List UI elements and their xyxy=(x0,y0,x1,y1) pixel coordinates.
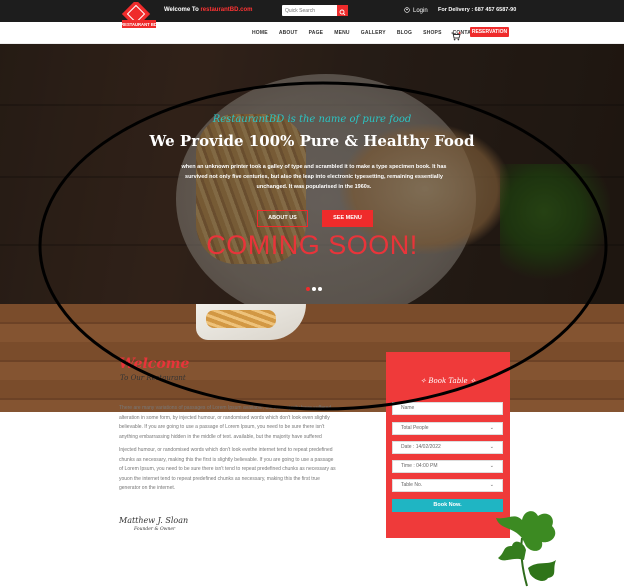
nav-item-menu[interactable]: MENU xyxy=(334,30,350,36)
welcome-paragraph: There are many variations of passages of… xyxy=(119,405,332,440)
nav-item-page[interactable]: PAGE xyxy=(309,30,324,36)
nav-item-blog[interactable]: BLOG xyxy=(397,30,412,36)
search-input[interactable] xyxy=(282,5,338,16)
top-bar: Welcome To restaurantBD.com Login For De… xyxy=(0,0,624,22)
about-us-button[interactable]: ABOUT US xyxy=(257,210,308,227)
people-select[interactable]: Total People ⌄ xyxy=(392,422,503,435)
login-label: Login xyxy=(413,8,428,14)
slider-dot[interactable] xyxy=(318,287,322,291)
welcome-text: Welcome To restaurantBD.com xyxy=(164,7,252,13)
logo-icon: RESTAURANT BD xyxy=(121,0,157,29)
wood-background xyxy=(0,304,624,412)
cart-button[interactable] xyxy=(451,28,461,41)
welcome-subtitle: To Our Restaurant xyxy=(120,374,186,382)
chevron-down-icon: ⌄ xyxy=(489,425,494,431)
book-table-title: ✧ Book Table ✧ xyxy=(386,377,510,385)
people-value: Total People xyxy=(401,425,429,431)
slider-dot[interactable] xyxy=(306,287,310,291)
welcome-paragraph: Injected humour, or randomised words whi… xyxy=(119,447,336,491)
slider-dot[interactable] xyxy=(312,287,316,291)
search-button[interactable] xyxy=(337,5,348,16)
logo-text: RESTAURANT BD xyxy=(121,22,157,27)
fries-image xyxy=(206,310,276,328)
chevron-down-icon: ⌄ xyxy=(489,482,494,488)
book-now-button[interactable]: Book Now. xyxy=(392,499,503,512)
hero-slider: RestaurantBD is the name of pure food We… xyxy=(0,44,624,304)
chevron-down-icon: ⌄ xyxy=(489,444,494,450)
login-link[interactable]: Login xyxy=(404,7,428,14)
time-value: Time : 04:00 PM xyxy=(401,463,438,469)
nav-item-about[interactable]: ABOUT xyxy=(279,30,298,36)
site-link[interactable]: restaurantBD.com xyxy=(200,7,252,13)
welcome-prefix: Welcome To xyxy=(164,7,201,13)
chevron-down-icon: ⌄ xyxy=(489,463,494,469)
time-field[interactable]: Time : 04:00 PM ⌄ xyxy=(392,460,503,473)
nav-item-home[interactable]: HOME xyxy=(252,30,268,36)
signature-role: Founder & Owner xyxy=(134,527,176,532)
table-value: Table No. xyxy=(401,482,423,488)
table-select[interactable]: Table No. ⌄ xyxy=(392,479,503,492)
hero-tagline: RestaurantBD is the name of pure food xyxy=(212,114,412,125)
cart-icon xyxy=(451,32,461,41)
main-navbar: HOME ABOUT PAGE MENU GALLERY BLOG SHOPS … xyxy=(0,22,624,44)
search-icon xyxy=(339,9,346,16)
date-value: Date : 14/02/2022 xyxy=(401,444,441,450)
login-icon xyxy=(404,7,410,13)
name-field[interactable]: Name xyxy=(392,402,503,415)
diamond-icon: ✧ xyxy=(420,377,427,385)
nav-item-shops[interactable]: SHOPS xyxy=(423,30,442,36)
slider-dots xyxy=(306,287,322,291)
delivery-phone: For Delivery : 687 457 6587-90 xyxy=(438,7,517,13)
hero-description: when an unknown printer took a galley of… xyxy=(181,164,447,190)
parsley-leaf-icon xyxy=(496,511,556,587)
name-placeholder: Name xyxy=(401,405,415,411)
see-menu-button[interactable]: SEE MENU xyxy=(322,210,373,227)
reservation-button[interactable]: RESERVATION xyxy=(470,27,509,37)
hero-heading: We Provide 100% Pure & Healthy Food xyxy=(149,132,475,150)
signature: Matthew J. Sloan xyxy=(119,516,189,525)
book-table-title-text: Book Table xyxy=(428,377,468,385)
coming-soon-text: COMING SOON! xyxy=(206,230,418,260)
date-field[interactable]: Date : 14/02/2022 ⌄ xyxy=(392,441,503,454)
site-logo[interactable]: RESTAURANT BD xyxy=(116,0,158,38)
diamond-icon: ✧ xyxy=(469,377,476,385)
search-box xyxy=(282,5,348,16)
welcome-title: Welcome xyxy=(119,356,190,372)
nav-item-gallery[interactable]: GALLERY xyxy=(361,30,386,36)
